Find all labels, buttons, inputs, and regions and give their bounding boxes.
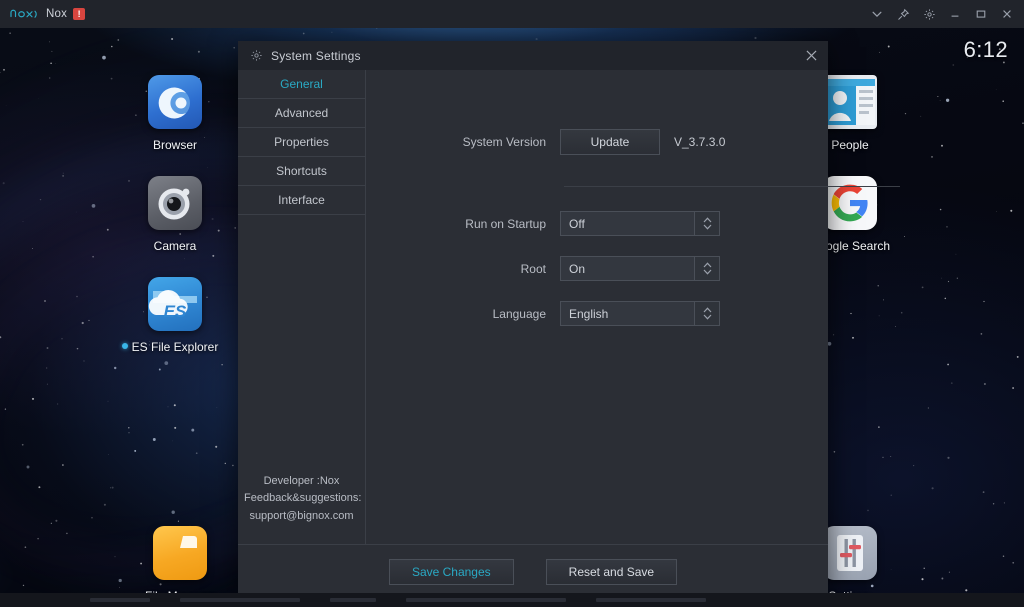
tab-label: Advanced: [275, 106, 328, 120]
tab-rail-filler: [238, 215, 365, 473]
nav-placeholder[interactable]: [596, 598, 706, 602]
spinner-up-down-icon[interactable]: [694, 257, 719, 280]
close-icon[interactable]: [994, 0, 1020, 28]
language-label: Language: [440, 307, 560, 321]
dialog-titlebar: System Settings: [238, 41, 828, 70]
tab-label: Properties: [274, 135, 329, 149]
dialog-title: System Settings: [271, 49, 361, 63]
app-titlebar: Nox !: [0, 0, 1024, 28]
row-language: Language English: [440, 301, 720, 326]
tab-general[interactable]: General: [238, 70, 365, 99]
desktop-icon-camera[interactable]: Camera: [119, 176, 231, 253]
language-value: English: [561, 307, 694, 321]
save-changes-button[interactable]: Save Changes: [389, 559, 514, 585]
dialog-footer: Save Changes Reset and Save: [238, 544, 828, 598]
nav-placeholder[interactable]: [90, 598, 150, 602]
tab-label: Shortcuts: [276, 164, 327, 178]
es-file-explorer-icon: ES: [148, 277, 202, 331]
update-button[interactable]: Update: [560, 129, 660, 155]
nav-placeholder[interactable]: [180, 598, 300, 602]
minimize-icon[interactable]: [942, 0, 968, 28]
desktop-icon-es-file-explorer[interactable]: ES ES File Explorer: [119, 277, 231, 354]
desktop-icon-label: ES File Explorer: [132, 340, 219, 354]
svg-text:ES: ES: [164, 302, 187, 321]
section-divider: [564, 186, 900, 187]
chevron-down-icon[interactable]: [864, 0, 890, 28]
desktop-icon-label: People: [831, 138, 868, 152]
developer-line: Developer :Nox: [244, 473, 359, 491]
settings-tab-rail: General Advanced Properties Shortcuts In…: [238, 70, 366, 544]
brand-area: Nox !: [0, 7, 85, 21]
tab-shortcuts[interactable]: Shortcuts: [238, 157, 365, 186]
brand-name: Nox: [46, 8, 67, 20]
gear-icon[interactable]: [916, 0, 942, 28]
system-settings-dialog-window: System Settings General Advanced Propert…: [238, 41, 828, 598]
status-clock: 6:12: [964, 37, 1008, 63]
run-on-startup-select[interactable]: Off: [560, 211, 720, 236]
google-search-icon: [823, 176, 877, 230]
run-on-startup-label: Run on Startup: [440, 217, 560, 231]
run-on-startup-value: Off: [561, 217, 694, 231]
desktop-icon-file-manager[interactable]: File Manager: [124, 526, 236, 603]
row-system-version: System Version Update V_3.7.3.0: [440, 129, 725, 155]
root-label: Root: [440, 262, 560, 276]
gear-icon: [250, 49, 263, 62]
settings-icon: [823, 526, 877, 580]
developer-info: Developer :Nox Feedback&suggestions: sup…: [238, 473, 365, 544]
tab-label: Interface: [278, 193, 325, 207]
settings-content-pane: System Version Update V_3.7.3.0 Run on S…: [366, 70, 828, 544]
language-select[interactable]: English: [560, 301, 720, 326]
tab-advanced[interactable]: Advanced: [238, 99, 365, 128]
pin-icon[interactable]: [890, 0, 916, 28]
browser-icon: [148, 75, 202, 129]
android-navigation-strip: [0, 593, 1024, 607]
nav-placeholder[interactable]: [330, 598, 376, 602]
spinner-up-down-icon[interactable]: [694, 302, 719, 325]
tab-interface[interactable]: Interface: [238, 186, 365, 215]
file-manager-icon: [153, 526, 207, 580]
root-select[interactable]: On: [560, 256, 720, 281]
row-run-on-startup: Run on Startup Off: [440, 211, 720, 236]
support-email[interactable]: support@bignox.com: [244, 508, 359, 526]
row-root: Root On: [440, 256, 720, 281]
desktop-icon-label: Browser: [153, 138, 197, 152]
close-icon[interactable]: [794, 41, 828, 70]
spinner-up-down-icon[interactable]: [694, 212, 719, 235]
system-version-value: V_3.7.3.0: [674, 135, 725, 149]
nox-logo: [9, 7, 39, 21]
maximize-icon[interactable]: [968, 0, 994, 28]
desktop-icon-browser[interactable]: Browser: [119, 75, 231, 152]
camera-icon: [148, 176, 202, 230]
people-icon: [823, 75, 877, 129]
nav-placeholder[interactable]: [406, 598, 566, 602]
feedback-line: Feedback&suggestions:: [244, 490, 359, 508]
desktop-icon-label: Camera: [154, 239, 197, 253]
dialog-body: General Advanced Properties Shortcuts In…: [238, 70, 828, 544]
root-value: On: [561, 262, 694, 276]
tab-properties[interactable]: Properties: [238, 128, 365, 157]
running-indicator-dot: [122, 343, 128, 349]
alert-badge[interactable]: !: [73, 8, 85, 20]
tab-label: General: [280, 77, 323, 91]
system-version-label: System Version: [440, 135, 560, 149]
reset-and-save-button[interactable]: Reset and Save: [546, 559, 677, 585]
